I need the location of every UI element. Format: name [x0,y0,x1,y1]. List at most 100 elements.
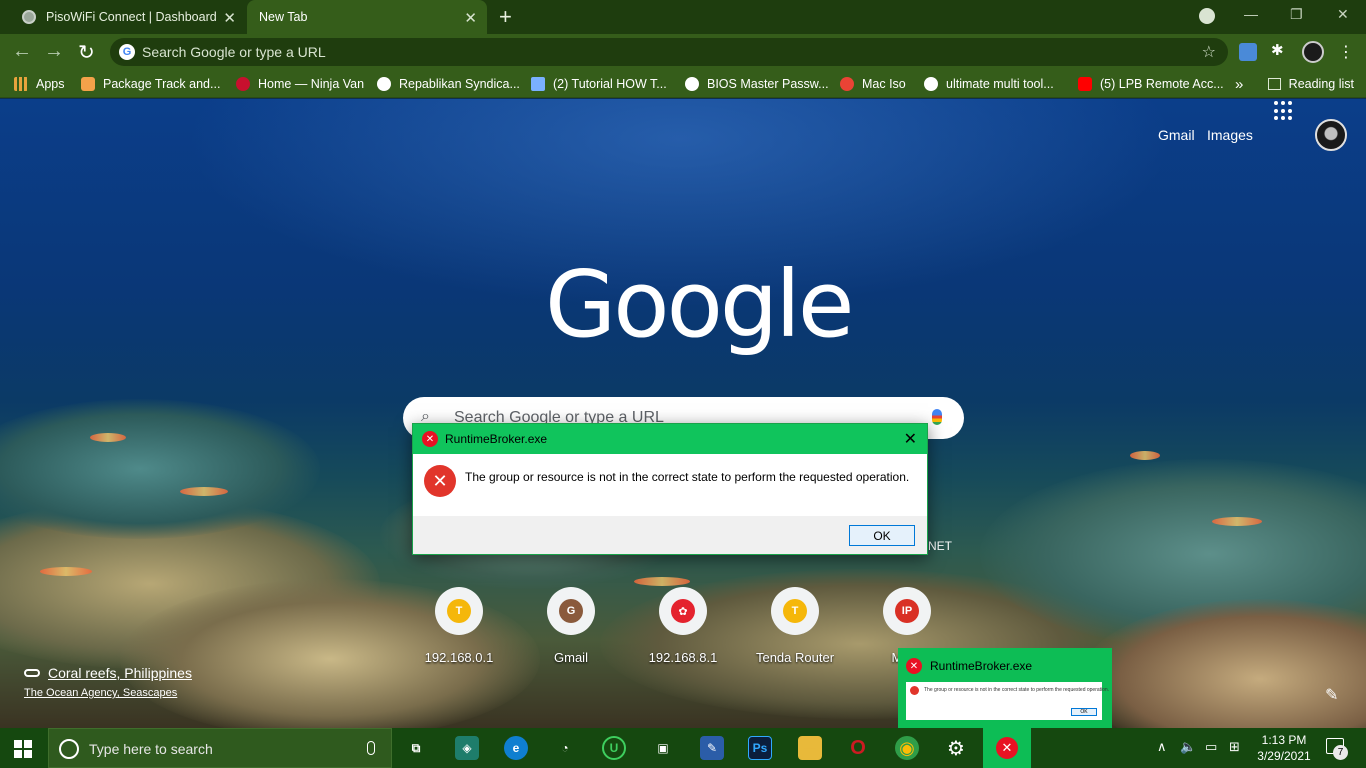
bookmark-tutorial[interactable]: (2) Tutorial HOW T... [531,70,667,98]
tab-close-icon[interactable]: ✕ [464,9,477,27]
ninja-van-icon [236,77,250,91]
restore-button[interactable]: ❐ [1290,6,1303,23]
clock-time: 1:13 PM [1261,733,1307,747]
tab-search-icon[interactable] [1199,8,1215,24]
attribution-credit[interactable]: The Ocean Agency, Seascapes [24,687,192,699]
taskbar-runtimebroker-button[interactable]: ✕ [983,728,1031,768]
cortana-icon[interactable] [59,739,79,759]
taskbar-preview[interactable]: ✕ RuntimeBroker.exe The group or resourc… [898,648,1112,728]
chrome-icon[interactable]: ◉ [895,736,919,760]
shortcut-tile[interactable]: ✿ 192.168.8.1 [627,587,739,665]
network-icon[interactable]: ▭ [1205,739,1217,755]
widget-app-icon[interactable]: ◈ [455,736,479,760]
reading-list-button[interactable]: Reading list [1267,70,1354,98]
bookmarks-overflow-button[interactable]: » [1235,70,1243,98]
youtube-icon [1078,77,1092,91]
error-icon: ✕ [906,658,922,674]
google-logo: Google [545,251,854,358]
translate-extension-icon[interactable] [1239,43,1257,61]
start-button[interactable] [14,740,32,758]
dialog-title: RuntimeBroker.exe [445,432,548,446]
bookmark-label: Apps [36,77,65,91]
shortcut-tile[interactable]: T 192.168.0.1 [403,587,515,665]
photoshop-icon[interactable]: Ps [748,736,772,760]
forward-button[interactable]: → [44,40,64,63]
dialog-close-button[interactable]: ✕ [904,429,917,449]
dialog-title-bar: ✕ RuntimeBroker.exe ✕ [413,424,927,454]
bookmark-repablikan[interactable]: Repablikan Syndica... [377,70,520,98]
shortcut-label: 192.168.0.1 [424,650,494,665]
ok-button[interactable]: OK [849,525,915,546]
bookmark-ultimate-multi-tool[interactable]: ultimate multi tool... [924,70,1054,98]
reload-button[interactable]: ↻ [78,40,95,65]
shortcut-tile[interactable]: T Tenda Router [739,587,851,665]
cube-icon [531,77,545,91]
window-close-button[interactable]: ✕ [1337,6,1349,23]
bookmark-label: Home — Ninja Van [258,77,365,91]
bookmark-bios[interactable]: BIOS Master Passw... [685,70,829,98]
gmail-letter-icon: G [559,599,583,623]
customize-pencil-icon[interactable]: ✎ [1325,685,1338,705]
error-icon: ✕ [424,465,456,497]
shortcut-label: 192.168.8.1 [648,650,718,665]
new-tab-button[interactable]: + [499,4,512,30]
opera-icon[interactable]: O [846,736,870,760]
google-apps-icon[interactable] [1274,101,1294,121]
settings-icon[interactable]: ⚙ [944,736,968,760]
edge-icon[interactable]: e [504,736,528,760]
bookmark-mac-iso[interactable]: Mac Iso [840,70,906,98]
voice-search-icon[interactable] [932,409,942,425]
tab-close-icon[interactable]: ✕ [223,9,236,27]
dialog-body: ✕ The group or resource is not in the co… [413,454,927,516]
taskbar-clock[interactable]: 1:13 PM 3/29/2021 [1256,732,1312,764]
profile-avatar[interactable] [1302,41,1324,63]
bookmark-package-track[interactable]: Package Track and... [81,70,220,98]
package-icon [81,77,95,91]
shortcut-tile[interactable]: G Gmail [515,587,627,665]
preview-ok-button: OK [1071,708,1097,716]
task-view-icon[interactable]: ⧉ [404,736,428,760]
gmail-link[interactable]: Gmail [1158,127,1195,143]
bookmark-ninja-van[interactable]: Home — Ninja Van [236,70,364,98]
link-icon [24,669,40,677]
bookmark-lpb-remote[interactable]: (5) LPB Remote Acc... [1078,70,1224,98]
shortcut-circle: IP [883,587,931,635]
bookmark-star-icon[interactable]: ☆ [1202,42,1216,62]
tab-title: New Tab [259,10,308,24]
bookmark-apps[interactable]: Apps [14,70,65,98]
taskbar-search[interactable]: Type here to search [48,728,392,768]
minimize-button[interactable]: — [1244,6,1258,22]
bookmark-label: Repablikan Syndica... [399,77,520,91]
gmail-icon [840,77,854,91]
input-method-icon[interactable]: ⊞ [1229,739,1240,755]
images-link[interactable]: Images [1207,127,1253,143]
volume-icon[interactable]: 🔈 [1180,739,1196,755]
menu-kebab-icon[interactable]: ⋮ [1338,42,1354,62]
account-avatar[interactable] [1315,119,1347,151]
shortcut-circle: T [435,587,483,635]
microphone-icon[interactable] [367,741,375,755]
address-bar-placeholder: Search Google or type a URL [142,44,326,60]
google-icon: G [119,44,135,60]
attribution-link[interactable]: Coral reefs, Philippines [24,665,192,681]
ip-icon: IP [895,599,919,623]
utorrent-icon[interactable]: U [602,736,626,760]
preview-thumbnail[interactable]: The group or resource is not in the corr… [906,682,1109,720]
error-dialog: ✕ RuntimeBroker.exe ✕ ✕ The group or res… [412,423,928,555]
address-bar[interactable]: G Search Google or type a URL ☆ [110,38,1228,66]
pen-app-icon[interactable]: ✎ [700,736,724,760]
shortcut-circle: G [547,587,595,635]
extensions-puzzle-icon[interactable]: ✱ [1271,41,1289,59]
bookmark-label: (5) LPB Remote Acc... [1100,77,1224,91]
tab-new-tab[interactable]: New Tab ✕ [247,0,487,34]
store-icon[interactable]: ▣ [651,736,675,760]
back-button[interactable]: ← [12,40,32,63]
clock-date: 3/29/2021 [1257,749,1311,763]
tab-pisowifi[interactable]: PisoWiFi Connect | Dashboard ✕ [0,0,246,34]
huawei-icon: ✿ [671,599,695,623]
tray-chevron-icon[interactable]: ∧ [1157,739,1167,755]
error-icon: ✕ [422,431,438,447]
speedtest-icon[interactable]: ◔ [553,736,577,760]
file-explorer-icon[interactable]: ▬ [798,736,822,760]
tab-title: PisoWiFi Connect | Dashboard [46,10,217,24]
